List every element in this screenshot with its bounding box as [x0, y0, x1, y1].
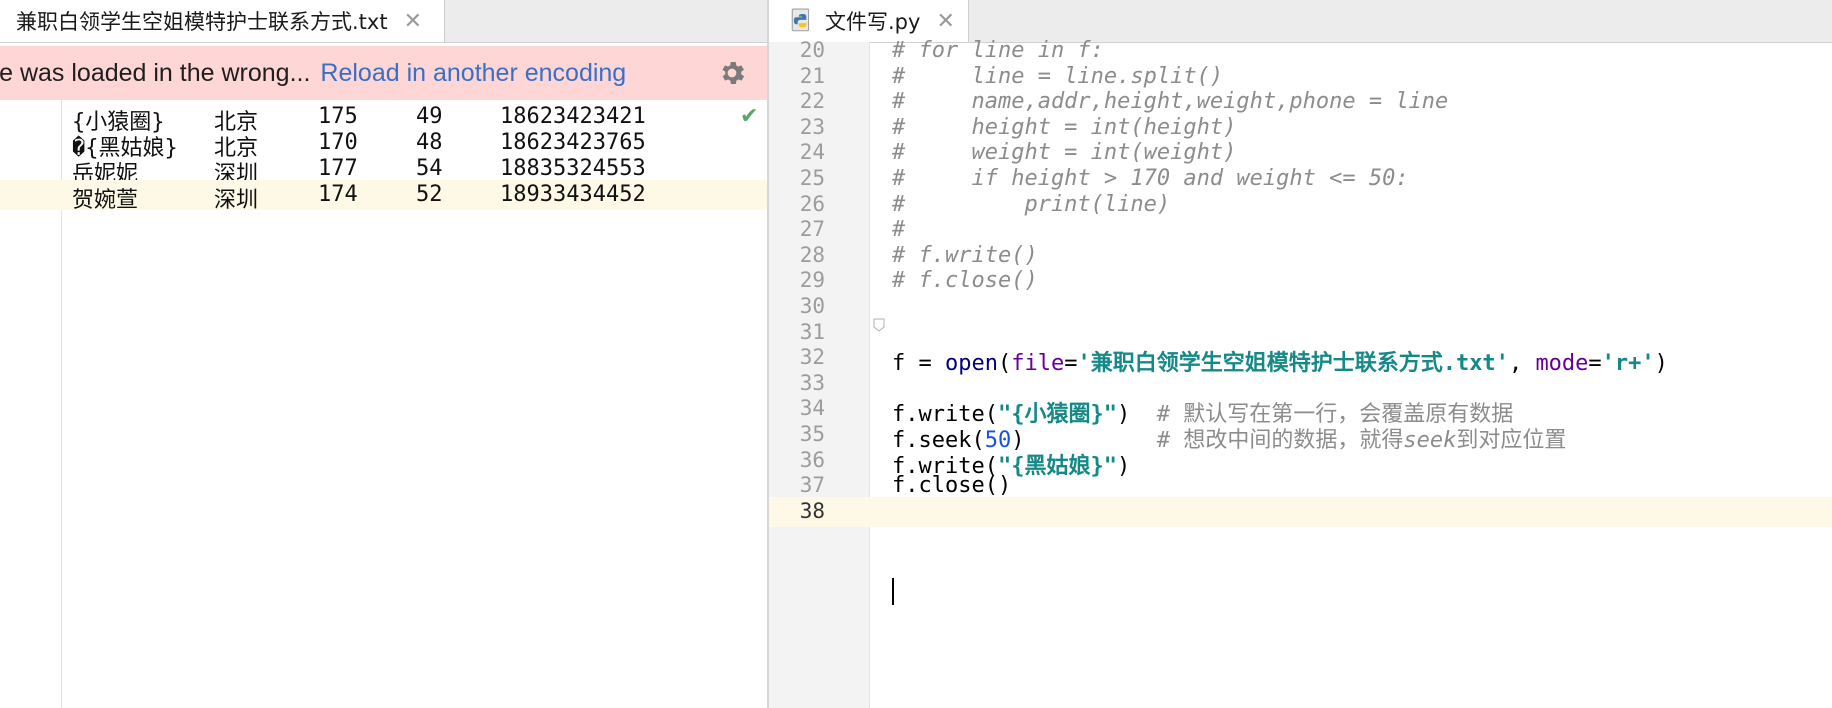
- code-token: # print(line): [892, 191, 1171, 217]
- gear-icon[interactable]: [717, 58, 747, 88]
- code-text: # print(line): [892, 192, 1170, 217]
- code-text: # height = int(height): [892, 115, 1236, 140]
- text-cell: 175: [318, 104, 358, 129]
- line-number: 27: [799, 217, 825, 242]
- text-cell: 174: [318, 182, 358, 207]
- tab-label: 兼职白领学生空姐模特护士联系方式.txt: [16, 10, 388, 34]
- text-cell: 170: [318, 130, 358, 155]
- line-number: 28: [799, 242, 825, 267]
- banner-message: ile was loaded in the wrong...: [0, 58, 311, 87]
- text-cell: 深圳: [214, 188, 259, 213]
- text-cell: 贺婉萱: [72, 188, 139, 213]
- text-cell: 52: [416, 182, 443, 207]
- line-number: 20: [799, 38, 825, 62]
- tab-label: 文件写.py: [825, 10, 921, 34]
- code-text: # for line in f:: [892, 38, 1104, 63]
- code-token: # for line in f:: [892, 38, 1104, 63]
- code-text: # line = line.split(): [892, 64, 1223, 89]
- line-number: 35: [799, 422, 825, 446]
- line-number: 30: [799, 294, 825, 318]
- code-token: # height = int(height): [892, 114, 1237, 140]
- code-text: #: [892, 217, 905, 242]
- text-cell: 177: [318, 156, 358, 181]
- text-cell: 54: [416, 156, 443, 181]
- line-number: 33: [799, 370, 825, 395]
- line-number: 22: [799, 89, 825, 114]
- code-text: f.close(): [892, 473, 1011, 498]
- line-number: 29: [799, 268, 825, 293]
- code-text: # name,addr,height,weight,phone = line: [892, 89, 1448, 114]
- close-icon[interactable]: ✕: [936, 9, 954, 34]
- line-number: 23: [799, 114, 825, 139]
- line-number: 25: [799, 166, 825, 190]
- line-number: 32: [799, 345, 825, 370]
- text-cell: 18623423421: [500, 104, 646, 129]
- line-number: 21: [799, 63, 825, 88]
- ide-window: 兼职白领学生空姐模特护士联系方式.txt ✕ ile was loaded in…: [0, 0, 1832, 708]
- text-cell: 18623423765: [500, 130, 646, 155]
- code-text: # f.write(): [892, 243, 1038, 268]
- line-number: 38: [799, 498, 825, 523]
- code-token: # f.write(): [892, 242, 1038, 268]
- line-number: 31: [799, 319, 825, 344]
- fold-icon[interactable]: [873, 318, 885, 332]
- text-row[interactable]: 贺婉萱 深圳 174 52 18933434452: [0, 180, 767, 213]
- encoding-warning-banner: ile was loaded in the wrong... Reload in…: [0, 46, 767, 100]
- line-number: 24: [799, 140, 825, 165]
- code-text: # if height > 170 and weight <= 50:: [892, 166, 1409, 191]
- python-file-icon: [791, 8, 810, 32]
- line-number: 37: [799, 473, 825, 498]
- code-text: # weight = int(weight): [892, 140, 1236, 165]
- text-cell: 18933434452: [500, 182, 646, 207]
- code-token: # if height > 170 and weight <= 50:: [892, 166, 1409, 191]
- check-icon: ✔: [740, 104, 759, 129]
- reload-encoding-link[interactable]: Reload in another encoding: [320, 59, 626, 88]
- python-editor-pane: 文件写.py ✕ 20 # for line in f: 21 # line = li…: [769, 0, 1832, 708]
- text-cell: 49: [416, 104, 443, 129]
- tab-txt-file[interactable]: 兼职白领学生空姐模特护士联系方式.txt ✕: [0, 0, 445, 42]
- text-file-editor-pane: 兼职白领学生空姐模特护士联系方式.txt ✕ ile was loaded in…: [0, 0, 767, 708]
- code-token: # f.close(): [892, 268, 1038, 294]
- code-token: # name,addr,height,weight,phone = line: [892, 89, 1449, 115]
- line-number: 26: [799, 191, 825, 216]
- line-number: 36: [799, 447, 825, 472]
- code-token: # line = line.split(): [892, 63, 1224, 89]
- code-text: # f.close(): [892, 268, 1038, 293]
- close-icon[interactable]: ✕: [404, 9, 422, 34]
- text-cell: 48: [416, 130, 443, 155]
- code-line[interactable]: 38: [769, 496, 1832, 527]
- code-token: f.close(): [892, 473, 1012, 499]
- text-cell: 18835324553: [500, 156, 646, 181]
- line-number: 34: [799, 396, 825, 421]
- code-token: # weight = int(weight): [892, 140, 1237, 166]
- left-tab-bar: 兼职白领学生空姐模特护士联系方式.txt ✕: [0, 0, 767, 43]
- text-caret: [892, 578, 894, 605]
- code-token: #: [892, 217, 906, 243]
